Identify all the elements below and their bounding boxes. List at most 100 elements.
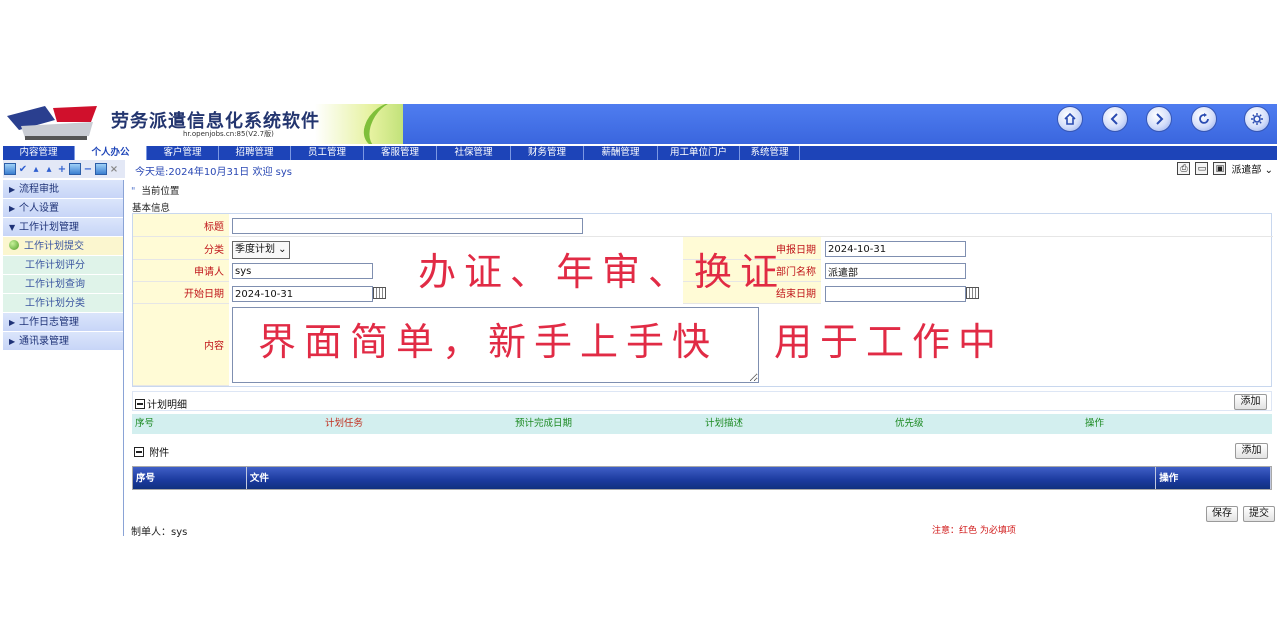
collapse-box-icon[interactable] — [134, 447, 144, 457]
nav-item[interactable]: 招聘管理 — [219, 146, 291, 160]
sidebar-item-label: 通讯录管理 — [19, 336, 69, 347]
sidebar-group[interactable]: ▶ 流程审批 — [3, 180, 123, 199]
header-bar: 劳务派遣信息化系统软件 hr.openjobs.cn:85(V2.7版) — [3, 104, 1277, 144]
department-select[interactable]: 派遣部 ⌄ — [1231, 161, 1273, 176]
sidebar-item-label: 工作计划提交 — [24, 241, 84, 252]
sidebar-item-label: 工作计划评分 — [25, 260, 85, 271]
caret-down-icon: ▼ — [9, 223, 16, 232]
settings-icon[interactable] — [1244, 106, 1270, 132]
back-icon[interactable] — [1102, 106, 1128, 132]
overlay-text-3: 用于工作中 — [774, 320, 1005, 364]
maker-text: 制单人：sys — [131, 527, 188, 538]
plan-add-button[interactable]: 添加 — [1234, 394, 1267, 410]
collapse-box-icon[interactable] — [135, 399, 145, 409]
forward-icon[interactable] — [1146, 106, 1172, 132]
calendar-icon[interactable] — [373, 287, 386, 299]
calendar-icon[interactable] — [966, 287, 979, 299]
welcome-text: 今天是:2024年10月31日 欢迎 sys — [135, 167, 292, 178]
column-header: 文件 — [247, 467, 1157, 489]
section-basic-info: 基本信息 — [132, 203, 171, 214]
sidebar-item-label: 工作计划管理 — [19, 222, 79, 233]
check-icon[interactable]: ✔ — [17, 163, 29, 175]
window-icon[interactable]: ▭ — [1195, 162, 1209, 175]
required-note: 注意：红色 为必填项 — [932, 526, 1016, 536]
save-button[interactable]: 保存 — [1206, 506, 1238, 522]
save-icon[interactable]: ▣ — [1213, 162, 1227, 175]
collapse-icon[interactable]: ▴ — [30, 163, 42, 175]
nav-item[interactable]: 财务管理 — [511, 146, 584, 160]
submit-button[interactable]: 提交 — [1243, 506, 1275, 522]
sidebar-item-label: 个人设置 — [19, 203, 59, 214]
attachment-add-button[interactable]: 添加 — [1235, 443, 1268, 459]
attachment-bar: 附件 添加 — [132, 440, 1272, 460]
sidebar-group[interactable]: ▶ 通讯录管理 — [3, 332, 123, 351]
applicant-input[interactable] — [232, 263, 373, 279]
image-icon[interactable] — [4, 163, 16, 175]
minus-icon[interactable]: − — [82, 163, 94, 175]
logo-swoosh — [357, 104, 403, 144]
nav-item[interactable]: 系统管理 — [740, 146, 800, 160]
right-toolbar: ⎙ ▭ ▣ 派遣部 ⌄ — [1177, 161, 1273, 176]
main-nav: 内容管理 个人办公 客户管理 招聘管理 员工管理 客服管理 社保管理 财务管理 薪酬管理 用工单位… — [3, 146, 1277, 160]
folder-icon[interactable] — [69, 163, 81, 175]
sidebar-item-label: 流程审批 — [19, 184, 59, 195]
nav-item[interactable]: 员工管理 — [291, 146, 364, 160]
nav-item[interactable]: 内容管理 — [3, 146, 75, 160]
sidebar-group[interactable]: ▼ 工作计划管理 — [3, 218, 123, 237]
app-version: hr.openjobs.cn:85(V2.7版) — [183, 130, 274, 138]
start-date-input[interactable] — [232, 286, 373, 302]
column-header: 序号 — [133, 467, 247, 489]
sidebar-item-label: 工作日志管理 — [19, 317, 79, 328]
start-date-label: 开始日期 — [133, 282, 229, 304]
title-input[interactable] — [232, 218, 583, 234]
content-label: 内容 — [133, 304, 229, 386]
nav-item[interactable]: 社保管理 — [437, 146, 511, 160]
column-header: 序号 — [135, 418, 155, 429]
doc-icon[interactable] — [95, 163, 107, 175]
column-header: 预计完成日期 — [515, 418, 573, 429]
dept-input[interactable] — [825, 263, 966, 279]
nav-item[interactable]: 薪酬管理 — [584, 146, 658, 160]
nav-item[interactable]: 个人办公 — [75, 146, 147, 160]
caret-right-icon: ▶ — [9, 318, 16, 327]
add-icon[interactable]: + — [56, 163, 68, 175]
breadcrumb: " 当前位置 — [131, 186, 180, 197]
sidebar: ▶ 流程审批 ▶ 个人设置 ▼ 工作计划管理 工作计划提交 工作计划评分 工作计划查询 工作计划分… — [3, 180, 124, 536]
home-icon[interactable] — [1057, 106, 1083, 132]
sidebar-group[interactable]: ▶ 工作日志管理 — [3, 313, 123, 332]
plan-detail-bar: 计划明细 添加 — [132, 391, 1272, 411]
overlay-text-1: 办证、年审、换证 — [418, 250, 787, 294]
report-date-input[interactable] — [825, 241, 966, 257]
caret-right-icon: ▶ — [9, 185, 16, 194]
sidebar-item-label: 工作计划查询 — [25, 279, 85, 290]
column-header: 计划描述 — [705, 418, 744, 429]
close-icon[interactable]: × — [108, 163, 120, 175]
end-date-input[interactable] — [825, 286, 966, 302]
column-header: 计划任务 — [325, 418, 364, 429]
plan-detail-header: 序号 计划任务 预计完成日期 计划描述 优先级 操作 — [132, 414, 1272, 434]
applicant-label: 申请人 — [133, 260, 229, 282]
logo-graphic — [7, 106, 97, 140]
title-label: 标题 — [133, 214, 229, 237]
attachment-header: 序号 文件 操作 — [132, 466, 1272, 490]
plan-detail-title: 计划明细 — [135, 396, 187, 411]
sidebar-item[interactable]: 工作计划提交 — [3, 237, 123, 256]
overlay-text-2: 界面简单，新手上手快 — [258, 320, 719, 364]
nav-item[interactable]: 客户管理 — [147, 146, 219, 160]
sidebar-item-label: 工作计划分类 — [25, 298, 85, 309]
print-icon[interactable]: ⎙ — [1177, 162, 1191, 175]
column-header: 操作 — [1156, 467, 1271, 489]
refresh-icon[interactable] — [1191, 106, 1217, 132]
active-bullet-icon — [9, 240, 19, 250]
expand-icon[interactable]: ▴ — [43, 163, 55, 175]
nav-item[interactable]: 用工单位门户 — [658, 146, 740, 160]
column-header: 优先级 — [895, 418, 924, 429]
logo-panel: 劳务派遣信息化系统软件 hr.openjobs.cn:85(V2.7版) — [3, 104, 403, 144]
category-select[interactable]: 季度计划 ⌄ — [232, 241, 290, 259]
sidebar-group[interactable]: ▶ 个人设置 — [3, 199, 123, 218]
sidebar-item[interactable]: 工作计划评分 — [3, 256, 123, 275]
nav-item[interactable]: 客服管理 — [364, 146, 437, 160]
sidebar-item[interactable]: 工作计划分类 — [3, 294, 123, 313]
sidebar-toolbar: ✔ ▴ ▴ + − × — [3, 160, 125, 178]
sidebar-item[interactable]: 工作计划查询 — [3, 275, 123, 294]
